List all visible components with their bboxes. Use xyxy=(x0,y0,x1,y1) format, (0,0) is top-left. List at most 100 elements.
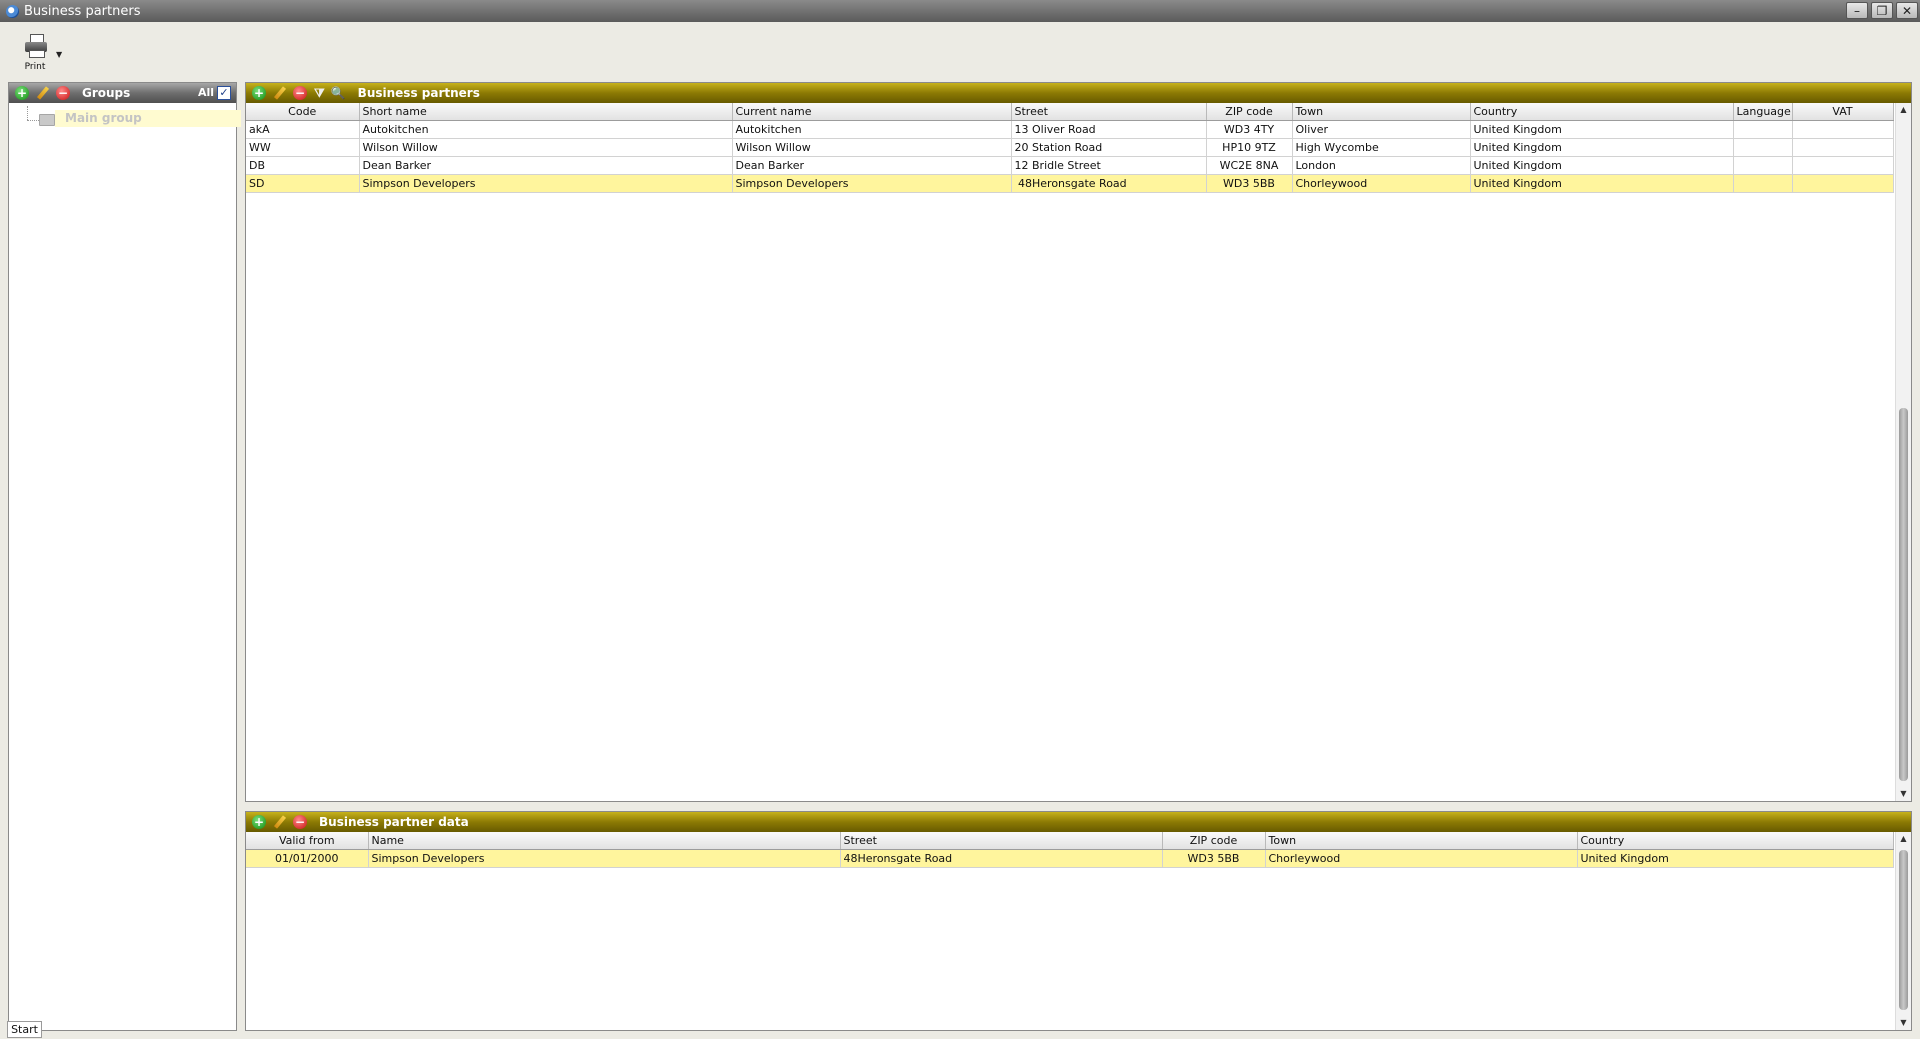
cell-town: Oliver xyxy=(1292,120,1471,139)
add-group-icon[interactable]: + xyxy=(15,86,29,100)
groups-panel: + − Groups All ✓ Main group xyxy=(8,82,241,1031)
start-tab[interactable]: Start xyxy=(7,1021,42,1038)
close-button[interactable]: ✕ xyxy=(1896,2,1918,19)
column-header-street[interactable]: Street xyxy=(1011,103,1207,121)
cell-language xyxy=(1733,156,1793,175)
folder-icon xyxy=(39,114,55,126)
cell-vat xyxy=(1792,120,1894,139)
scroll-up-icon[interactable]: ▲ xyxy=(1896,832,1911,846)
scroll-down-icon[interactable]: ▼ xyxy=(1896,1016,1911,1030)
column-header-town[interactable]: Town xyxy=(1265,832,1578,850)
business-partners-table: Code Short name Current name Street ZIP … xyxy=(246,103,1894,193)
add-partner-icon[interactable]: + xyxy=(252,86,266,100)
cell-zip: WD3 5BB xyxy=(1162,849,1266,868)
table-row[interactable]: akA Autokitchen Autokitchen 13 Oliver Ro… xyxy=(246,120,1894,139)
table-row[interactable]: WW Wilson Willow Wilson Willow 20 Statio… xyxy=(246,138,1894,157)
business-partner-data-title: Business partner data xyxy=(319,815,469,829)
edit-data-icon[interactable] xyxy=(273,815,287,829)
cell-town: London xyxy=(1292,156,1471,175)
cell-code: DB xyxy=(246,156,360,175)
cell-zip: WD3 4TY xyxy=(1206,120,1293,139)
cell-street: 48Heronsgate Road xyxy=(1011,174,1207,193)
cell-vat xyxy=(1792,174,1894,193)
cell-language xyxy=(1733,138,1793,157)
cell-street: 48Heronsgate Road xyxy=(840,849,1163,868)
maximize-button[interactable]: ❐ xyxy=(1871,2,1893,19)
cell-current-name: Autokitchen xyxy=(732,120,1012,139)
window-titlebar: Business partners – ❐ ✕ xyxy=(0,0,1920,22)
cell-country: United Kingdom xyxy=(1577,849,1894,868)
column-header-country[interactable]: Country xyxy=(1470,103,1734,121)
column-header-country[interactable]: Country xyxy=(1577,832,1894,850)
edit-partner-icon[interactable] xyxy=(273,86,287,100)
delete-group-icon[interactable]: − xyxy=(56,86,70,100)
cell-town: High Wycombe xyxy=(1292,138,1471,157)
column-header-current-name[interactable]: Current name xyxy=(732,103,1012,121)
minimize-button[interactable]: – xyxy=(1846,2,1868,19)
add-data-icon[interactable]: + xyxy=(252,815,266,829)
cell-short-name: Dean Barker xyxy=(359,156,733,175)
table-header-row: Valid from Name Street ZIP code Town Cou… xyxy=(246,832,1894,850)
column-header-vat[interactable]: VAT xyxy=(1792,103,1894,121)
delete-data-icon[interactable]: − xyxy=(293,815,307,829)
column-header-valid-from[interactable]: Valid from xyxy=(246,832,369,850)
cell-code: SD xyxy=(246,174,360,193)
column-header-town[interactable]: Town xyxy=(1292,103,1471,121)
scroll-down-icon[interactable]: ▼ xyxy=(1896,787,1911,801)
cell-code: WW xyxy=(246,138,360,157)
table-row-selected[interactable]: SD Simpson Developers Simpson Developers… xyxy=(246,174,1894,193)
column-header-zip-code[interactable]: ZIP code xyxy=(1162,832,1266,850)
partners-scrollbar[interactable]: ▲ ▼ xyxy=(1895,103,1911,801)
delete-partner-icon[interactable]: − xyxy=(293,86,307,100)
all-checkbox[interactable]: ✓ xyxy=(217,86,231,100)
groups-panel-header: + − Groups All ✓ xyxy=(9,83,236,103)
app-icon xyxy=(6,4,19,18)
cell-short-name: Simpson Developers xyxy=(359,174,733,193)
scroll-thumb[interactable] xyxy=(1899,850,1908,1010)
scroll-thumb[interactable] xyxy=(1899,408,1908,781)
window-title: Business partners xyxy=(24,3,141,19)
cell-current-name: Wilson Willow xyxy=(732,138,1012,157)
cell-valid-from: 01/01/2000 xyxy=(246,849,369,868)
scroll-up-icon[interactable]: ▲ xyxy=(1896,103,1911,117)
tree-line xyxy=(27,120,39,121)
cell-code: akA xyxy=(246,120,360,139)
cell-short-name: Wilson Willow xyxy=(359,138,733,157)
cell-street: 20 Station Road xyxy=(1011,138,1207,157)
table-header-row: Code Short name Current name Street ZIP … xyxy=(246,103,1894,121)
table-row-selected[interactable]: 01/01/2000 Simpson Developers 48Heronsga… xyxy=(246,849,1894,868)
column-header-zip-code[interactable]: ZIP code xyxy=(1206,103,1293,121)
cell-zip: WC2E 8NA xyxy=(1206,156,1293,175)
print-dropdown-icon[interactable]: ▼ xyxy=(56,50,62,59)
business-partner-data-table: Valid from Name Street ZIP code Town Cou… xyxy=(246,832,1894,868)
cell-vat xyxy=(1792,156,1894,175)
cell-language xyxy=(1733,174,1793,193)
search-icon[interactable]: 🔍 xyxy=(331,86,346,100)
cell-short-name: Autokitchen xyxy=(359,120,733,139)
column-header-street[interactable]: Street xyxy=(840,832,1163,850)
column-header-name[interactable]: Name xyxy=(368,832,841,850)
print-button[interactable]: ▼ Print xyxy=(20,32,70,76)
filter-icon[interactable]: ⧩ xyxy=(314,86,325,101)
cell-language xyxy=(1733,120,1793,139)
column-header-short-name[interactable]: Short name xyxy=(359,103,733,121)
business-partners-header: + − ⧩ 🔍 Business partners xyxy=(246,83,1911,103)
table-row[interactable]: DB Dean Barker Dean Barker 12 Bridle Str… xyxy=(246,156,1894,175)
column-header-code[interactable]: Code xyxy=(246,103,360,121)
cell-zip: HP10 9TZ xyxy=(1206,138,1293,157)
cell-zip: WD3 5BB xyxy=(1206,174,1293,193)
tree-item-main-group[interactable]: Main group xyxy=(55,110,241,127)
cell-current-name: Simpson Developers xyxy=(732,174,1012,193)
cell-street: 12 Bridle Street xyxy=(1011,156,1207,175)
all-label: All xyxy=(197,86,214,99)
cell-street: 13 Oliver Road xyxy=(1011,120,1207,139)
edit-group-icon[interactable] xyxy=(36,86,50,100)
column-header-language[interactable]: Language xyxy=(1733,103,1793,121)
cell-name: Simpson Developers xyxy=(368,849,841,868)
business-partners-panel: + − ⧩ 🔍 Business partners Code Short nam… xyxy=(245,82,1912,802)
cell-current-name: Dean Barker xyxy=(732,156,1012,175)
partner-data-scrollbar[interactable]: ▲ ▼ xyxy=(1895,832,1911,1030)
cell-country: United Kingdom xyxy=(1470,156,1734,175)
cell-town: Chorleywood xyxy=(1265,849,1578,868)
cell-country: United Kingdom xyxy=(1470,174,1734,193)
